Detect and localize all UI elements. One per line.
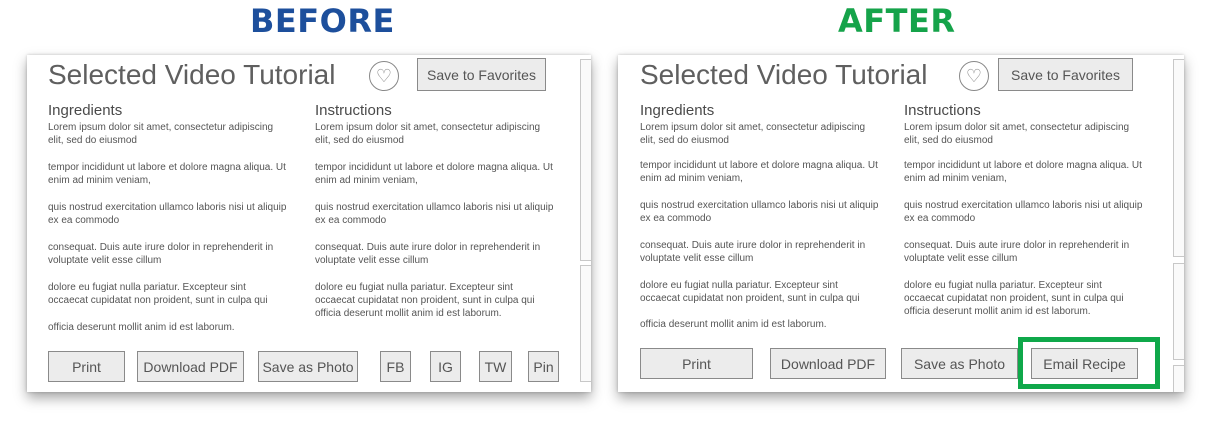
ingredients-paragraph: tempor incididunt ut labore et dolore ma… (640, 160, 878, 184)
instructions-paragraph: dolore eu fugiat nulla pariatur. Excepte… (315, 282, 535, 319)
instructions-paragraph: consequat. Duis aute irure dolor in repr… (904, 240, 1130, 264)
instructions-paragraph: tempor incididunt ut labore et dolore ma… (315, 162, 553, 186)
instructions-paragraph: Lorem ipsum dolor sit amet, consectetur … (904, 122, 1130, 146)
instructions-heading: Instructions (315, 102, 392, 119)
pinterest-share-button[interactable]: Pin (528, 351, 559, 382)
ingredients-paragraph: consequat. Duis aute irure dolor in repr… (640, 240, 866, 264)
email-recipe-highlight (1018, 337, 1160, 389)
ingredients-paragraph: Lorem ipsum dolor sit amet, consectetur … (48, 122, 274, 146)
heart-icon[interactable]: ♡ (369, 61, 399, 91)
ingredients-paragraph: dolore eu fugiat nulla pariatur. Excepte… (640, 280, 860, 304)
instructions-paragraph: quis nostrud exercitation ullamco labori… (904, 200, 1143, 224)
instructions-paragraph: tempor incididunt ut labore et dolore ma… (904, 160, 1142, 184)
instructions-heading: Instructions (904, 102, 981, 119)
save-to-favorites-button[interactable]: Save to Favorites (417, 58, 546, 91)
download-pdf-button[interactable]: Download PDF (770, 348, 886, 379)
facebook-share-button[interactable]: FB (380, 351, 411, 382)
ingredients-paragraph: tempor incididunt ut labore et dolore ma… (48, 162, 286, 186)
after-label: AFTER (838, 2, 956, 40)
before-label: BEFORE (250, 2, 395, 40)
twitter-share-button[interactable]: TW (479, 351, 512, 382)
print-button[interactable]: Print (640, 348, 753, 379)
save-as-photo-button[interactable]: Save as Photo (258, 351, 358, 382)
instagram-share-button[interactable]: IG (430, 351, 461, 382)
before-screen: Selected Video Tutorial ♡ Save to Favori… (27, 55, 591, 392)
save-as-photo-button[interactable]: Save as Photo (901, 348, 1018, 379)
ingredients-paragraph: consequat. Duis aute irure dolor in repr… (48, 242, 274, 266)
ingredients-paragraph: quis nostrud exercitation ullamco labori… (48, 202, 287, 226)
side-panel (580, 59, 591, 261)
print-button[interactable]: Print (48, 351, 125, 382)
side-panel (580, 265, 591, 382)
instructions-paragraph: quis nostrud exercitation ullamco labori… (315, 202, 554, 226)
ingredients-heading: Ingredients (48, 102, 123, 119)
instructions-paragraph: Lorem ipsum dolor sit amet, consectetur … (315, 122, 541, 146)
ingredients-paragraph: quis nostrud exercitation ullamco labori… (640, 200, 879, 224)
ingredients-paragraph: Lorem ipsum dolor sit amet, consectetur … (640, 122, 866, 146)
download-pdf-button[interactable]: Download PDF (137, 351, 244, 382)
ingredients-paragraph: officia deserunt mollit anim id est labo… (48, 322, 235, 333)
page-title: Selected Video Tutorial (640, 59, 928, 90)
instructions-paragraph: dolore eu fugiat nulla pariatur. Excepte… (904, 280, 1124, 317)
side-panel (1173, 365, 1184, 392)
side-panel (1173, 263, 1184, 360)
ingredients-heading: Ingredients (640, 102, 715, 119)
ingredients-paragraph: officia deserunt mollit anim id est labo… (640, 319, 827, 330)
side-panel (1173, 59, 1184, 257)
instructions-paragraph: consequat. Duis aute irure dolor in repr… (315, 242, 541, 266)
heart-icon[interactable]: ♡ (959, 61, 989, 91)
save-to-favorites-button[interactable]: Save to Favorites (998, 58, 1133, 91)
page-title: Selected Video Tutorial (48, 59, 336, 90)
ingredients-paragraph: dolore eu fugiat nulla pariatur. Excepte… (48, 282, 268, 306)
